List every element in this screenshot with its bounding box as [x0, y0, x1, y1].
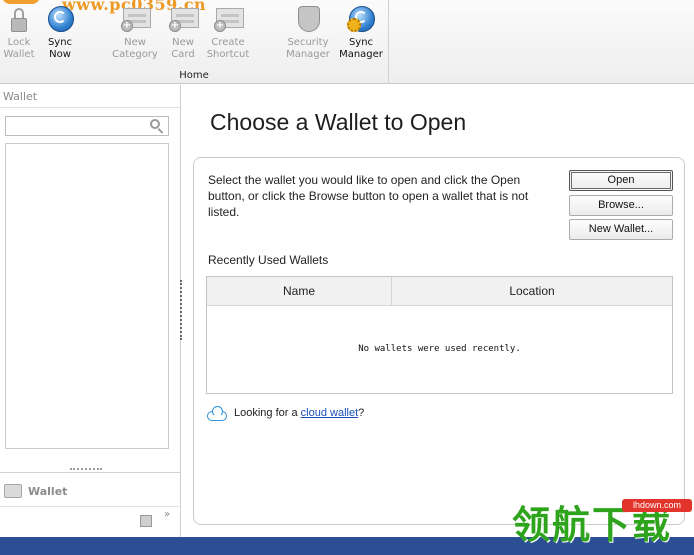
new-wallet-button[interactable]: New Wallet... [569, 219, 673, 240]
new-card-icon: + [169, 4, 199, 34]
page-title: Choose a Wallet to Open [210, 109, 467, 135]
search-box [5, 116, 169, 136]
nav-item-label: Wallet [28, 485, 68, 498]
sync-now-button[interactable]: Sync Now [44, 4, 76, 68]
new-category-icon: + [121, 4, 151, 34]
sync-manager-icon [347, 4, 375, 34]
lock-icon [5, 4, 33, 34]
ribbon: www.pc0359.cn Lock Wallet Sync Now + New… [0, 0, 694, 84]
search-input[interactable] [8, 118, 146, 134]
chevron-right-icon[interactable]: » [164, 510, 170, 520]
configure-buttons-icon[interactable] [140, 515, 152, 527]
security-manager-icon [294, 4, 322, 34]
browse-button[interactable]: Browse... [569, 195, 673, 216]
divider [0, 107, 181, 108]
create-shortcut-icon: + [214, 4, 244, 34]
create-shortcut-button[interactable]: + Create Shortcut [206, 4, 250, 68]
vertical-splitter[interactable] [180, 280, 182, 340]
cloud-wallet-link[interactable]: cloud wallet [301, 407, 358, 419]
sync-manager-button[interactable]: Sync Manager [339, 4, 383, 68]
ribbon-group-home: Lock Wallet Sync Now + New Category + Ne… [0, 0, 389, 84]
divider [0, 506, 181, 507]
divider [0, 472, 181, 473]
column-header-name[interactable]: Name [207, 277, 392, 306]
sync-now-icon [46, 4, 74, 34]
instructions-text: Select the wallet you would like to open… [208, 173, 529, 219]
recent-wallets-label: Recently Used Wallets [208, 253, 329, 267]
empty-table-message: No wallets were used recently. [358, 344, 521, 354]
wallet-icon [4, 484, 22, 498]
cloud-wallet-text: Looking for a cloud wallet? [234, 407, 365, 419]
new-card-button[interactable]: + New Card [167, 4, 199, 68]
open-wallet-panel: Select the wallet you would like to open… [193, 157, 685, 525]
lock-wallet-button[interactable]: Lock Wallet [3, 4, 35, 68]
search-icon[interactable] [150, 119, 164, 134]
recent-wallets-table[interactable]: Name Location No wallets were used recen… [206, 276, 673, 394]
new-category-button[interactable]: + New Category [112, 4, 158, 68]
splitter-grip[interactable] [70, 468, 102, 471]
security-manager-button[interactable]: Security Manager [286, 4, 330, 68]
column-header-location[interactable]: Location [392, 277, 672, 306]
wallet-tree-list[interactable] [5, 143, 169, 449]
site-watermark-url: lhdown.com [622, 499, 692, 512]
ribbon-group-label: Home [179, 70, 209, 81]
left-pane-title: Wallet [3, 90, 38, 103]
cloud-icon [206, 405, 228, 422]
open-button[interactable]: Open [569, 170, 673, 191]
nav-item-wallet[interactable]: Wallet [0, 481, 181, 503]
left-pane: Wallet Wallet » [0, 85, 181, 537]
